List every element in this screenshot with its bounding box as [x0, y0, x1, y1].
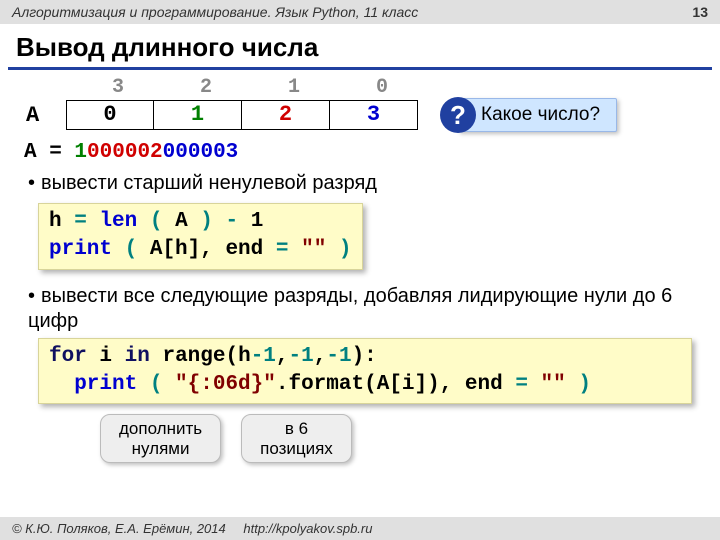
array-label: A [20, 103, 66, 128]
c1-lp2: ( [125, 238, 138, 261]
eq-part3: 000003 [163, 141, 239, 164]
c2-c1: , [276, 345, 289, 368]
array-indices: 3 2 1 0 [74, 76, 700, 99]
bullet-2: вывести все следующие разряды, добавляя … [28, 284, 700, 334]
annotation-pills: дополнить нулями в 6 позициях [100, 414, 700, 463]
c1-rp: ) [200, 210, 213, 233]
c2-c2: , [314, 345, 327, 368]
equation: A = 1000002000003 [24, 141, 700, 164]
idx-1: 1 [250, 76, 338, 99]
content: 3 2 1 0 A 0 1 2 3 ? Какое число? A = 100… [0, 70, 720, 463]
c1-minus: - [226, 210, 239, 233]
question-callout: ? Какое число? [440, 97, 617, 133]
course-name: Алгоритмизация и программирование. Язык … [12, 4, 418, 20]
footer-link[interactable]: http://kpolyakov.spb.ru [243, 521, 372, 536]
c2-range: range(h [162, 345, 250, 368]
c2-rest: .format(A[i]), end [276, 373, 503, 396]
footer-credit: © К.Ю. Поляков, Е.А. Ерёмин, 2014 [12, 521, 226, 536]
eq-part2: 000002 [87, 141, 163, 164]
c2-lp: ( [150, 373, 163, 396]
c2-str: "" [541, 373, 566, 396]
c2-i: i [99, 345, 112, 368]
c2-eq: = [515, 373, 528, 396]
cell-2: 2 [242, 100, 330, 130]
c1-eq: = [74, 210, 87, 233]
c1-print: print [49, 238, 112, 261]
eq-prefix: A = [24, 141, 74, 164]
idx-0: 0 [338, 76, 426, 99]
eq-part1: 1 [74, 141, 87, 164]
pill-pad-zeros: дополнить нулями [100, 414, 221, 463]
bullet-1: вывести старший ненулевой разряд [28, 172, 700, 195]
c2-for: for [49, 345, 87, 368]
c2-m2: -1 [289, 345, 314, 368]
c1-args: A[h], end [150, 238, 263, 261]
cell-3: 3 [330, 100, 418, 130]
c1-eq2: = [276, 238, 289, 261]
idx-3: 3 [74, 76, 162, 99]
array-row: A 0 1 2 3 ? Какое число? [20, 97, 700, 133]
question-text: Какое число? [458, 98, 617, 132]
pill-6-positions: в 6 позициях [241, 414, 352, 463]
question-icon: ? [440, 97, 476, 133]
c1-lp: ( [150, 210, 163, 233]
page-title: Вывод длинного числа [16, 32, 704, 63]
header-bar: Алгоритмизация и программирование. Язык … [0, 0, 720, 24]
c2-rp: ) [578, 373, 591, 396]
c2-print: print [49, 373, 137, 396]
c1-len: len [99, 210, 137, 233]
code-block-1: h = len ( A ) - 1 print ( A[h], end = ""… [38, 203, 363, 270]
c2-fmt: "{:06d}" [175, 373, 276, 396]
idx-2: 2 [162, 76, 250, 99]
c1-rp2: ) [339, 238, 352, 261]
page-number: 13 [692, 4, 708, 20]
cell-1: 1 [154, 100, 242, 130]
code-block-2: for i in range(h-1,-1,-1): print ( "{:06… [38, 338, 692, 405]
c1-h: h [49, 210, 62, 233]
c2-m3: -1 [326, 345, 351, 368]
c1-one: 1 [251, 210, 264, 233]
footer: © К.Ю. Поляков, Е.А. Ерёмин, 2014 http:/… [0, 517, 720, 540]
cell-0: 0 [66, 100, 154, 130]
c1-a: A [175, 210, 188, 233]
c2-m1: -1 [251, 345, 276, 368]
c2-in: in [125, 345, 150, 368]
c1-str: "" [301, 238, 326, 261]
c2-colon: ): [352, 345, 377, 368]
